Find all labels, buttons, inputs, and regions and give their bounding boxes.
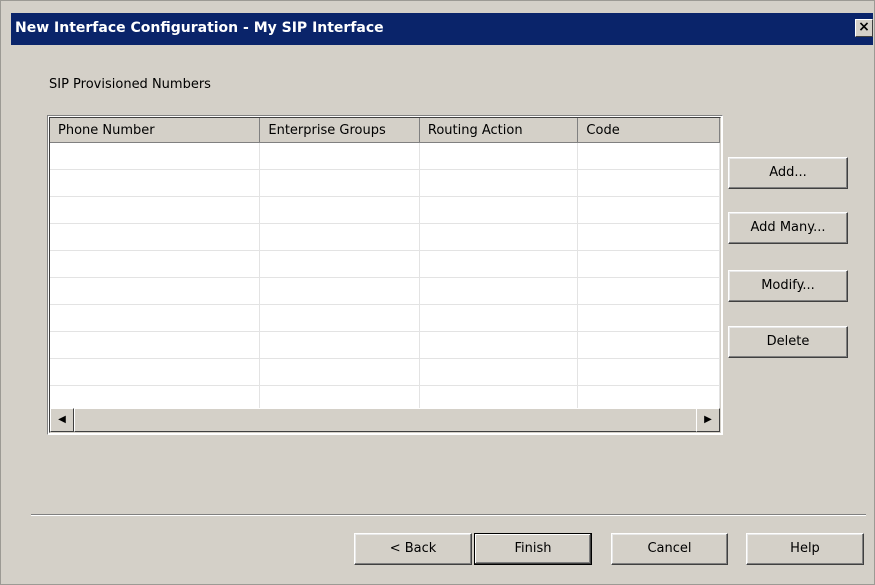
window-title: New Interface Configuration - My SIP Int… xyxy=(15,20,384,36)
table-row[interactable] xyxy=(50,278,720,305)
close-icon[interactable]: × xyxy=(855,19,873,37)
add-button[interactable]: Add... xyxy=(728,157,848,189)
table-row[interactable] xyxy=(50,170,720,197)
section-label: SIP Provisioned Numbers xyxy=(49,77,211,92)
horizontal-scrollbar[interactable]: ◀ ▶ xyxy=(50,408,720,432)
scroll-right-icon[interactable]: ▶ xyxy=(696,408,720,432)
column-header-code[interactable]: Code xyxy=(578,118,720,143)
table-row[interactable] xyxy=(50,332,720,359)
delete-button[interactable]: Delete xyxy=(728,326,848,358)
column-header-enterprise-groups[interactable]: Enterprise Groups xyxy=(260,118,420,143)
table-row[interactable] xyxy=(50,305,720,332)
finish-button[interactable]: Finish xyxy=(474,533,592,565)
scrollbar-thumb[interactable] xyxy=(74,408,699,432)
modify-button[interactable]: Modify... xyxy=(728,270,848,302)
help-button[interactable]: Help xyxy=(746,533,864,565)
table-header: Phone Number Enterprise Groups Routing A… xyxy=(50,118,720,143)
add-many-button[interactable]: Add Many... xyxy=(728,212,848,244)
footer-separator xyxy=(31,514,866,516)
table-body xyxy=(50,143,720,413)
table-row[interactable] xyxy=(50,197,720,224)
back-button[interactable]: < Back xyxy=(354,533,472,565)
table-row[interactable] xyxy=(50,359,720,386)
cancel-button[interactable]: Cancel xyxy=(611,533,728,565)
scroll-left-icon[interactable]: ◀ xyxy=(50,408,74,432)
column-header-phone-number[interactable]: Phone Number xyxy=(50,118,261,143)
table-row[interactable] xyxy=(50,143,720,170)
title-bar[interactable]: New Interface Configuration - My SIP Int… xyxy=(11,13,873,45)
table-row[interactable] xyxy=(50,224,720,251)
column-header-routing-action[interactable]: Routing Action xyxy=(419,118,579,143)
provisioned-numbers-table[interactable]: Phone Number Enterprise Groups Routing A… xyxy=(47,115,723,435)
dialog-window: New Interface Configuration - My SIP Int… xyxy=(0,0,875,585)
table-row[interactable] xyxy=(50,251,720,278)
